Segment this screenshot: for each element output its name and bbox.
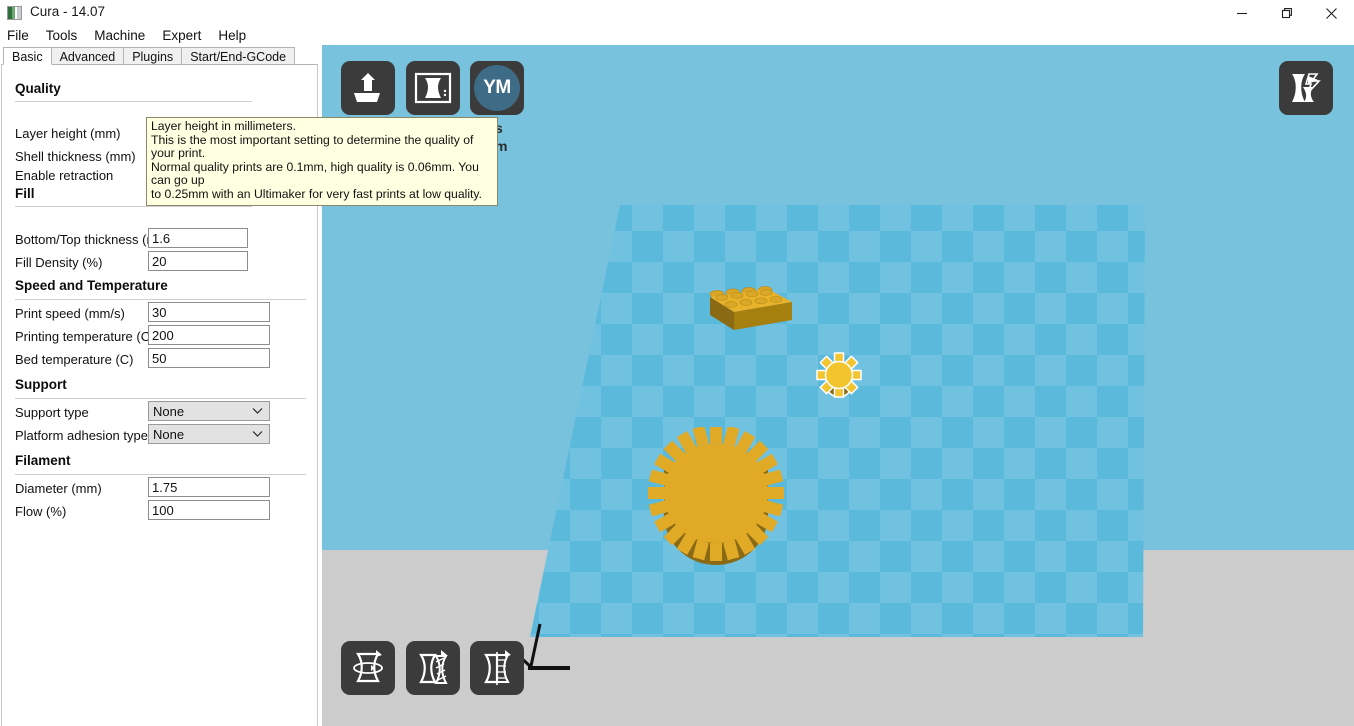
menu-file[interactable]: File <box>7 28 38 43</box>
label-platform-adhesion-type: Platform adhesion type <box>15 428 148 443</box>
group-rule-filament <box>15 474 306 475</box>
label-bed-temperature: Bed temperature (C) <box>15 352 134 367</box>
view-mode-button[interactable] <box>1279 61 1333 115</box>
window-controls <box>1219 0 1354 26</box>
tab-basic[interactable]: Basic <box>3 47 52 65</box>
group-title-speed-and-temperature: Speed and Temperature <box>15 278 168 293</box>
rotate-icon <box>353 650 383 683</box>
title-bar: Cura - 14.07 <box>0 0 1354 26</box>
group-rule-speed-and-temperature <box>15 299 306 300</box>
input-printing-temperature[interactable] <box>148 325 270 345</box>
input-diameter[interactable] <box>148 477 270 497</box>
minimize-button[interactable] <box>1219 0 1264 26</box>
label-print-speed: Print speed (mm/s) <box>15 306 125 321</box>
label-flow: Flow (%) <box>15 504 67 519</box>
cura-app-icon <box>7 6 22 20</box>
chevron-down-icon <box>252 431 263 437</box>
tab-advanced[interactable]: Advanced <box>50 47 125 65</box>
menu-expert[interactable]: Expert <box>162 28 210 43</box>
group-title-fill: Fill <box>15 186 35 201</box>
small-gear-model[interactable] <box>808 345 870 407</box>
youmagine-icon: YM <box>474 65 520 111</box>
mirror-tool-button[interactable] <box>470 641 524 695</box>
menu-machine[interactable]: Machine <box>94 28 154 43</box>
save-toolpath-icon <box>414 72 452 104</box>
menu-bar: File Tools Machine Expert Help <box>0 26 1354 45</box>
tab-plugins[interactable]: Plugins <box>123 47 183 65</box>
restore-button[interactable] <box>1264 0 1309 26</box>
scale-tool-button[interactable] <box>406 641 460 695</box>
large-gear-model[interactable] <box>640 427 792 575</box>
load-model-icon <box>354 73 380 102</box>
menu-tools[interactable]: Tools <box>46 28 87 43</box>
save-toolpath-button[interactable] <box>406 61 460 115</box>
group-rule-fill <box>15 206 252 207</box>
view-mode-icon <box>1292 73 1321 102</box>
close-button[interactable] <box>1309 0 1354 26</box>
label-printing-temperature: Printing temperature (C) <box>15 329 155 344</box>
menu-help[interactable]: Help <box>218 28 255 43</box>
label-enable-retraction: Enable retraction <box>15 168 114 183</box>
select-support-type[interactable]: None <box>148 401 270 421</box>
input-flow[interactable] <box>148 500 270 520</box>
label-layer-height: Layer height (mm) <box>15 126 121 141</box>
axis-origin-indicator <box>518 623 570 670</box>
cura-main-window: Cura - 14.07 File Tools Machine Expert H… <box>0 0 1354 726</box>
select-support-type-value: None <box>153 404 185 419</box>
group-title-support: Support <box>15 377 67 392</box>
group-rule-support <box>15 398 306 399</box>
label-diameter: Diameter (mm) <box>15 481 102 496</box>
label-fill-density: Fill Density (%) <box>15 255 103 270</box>
select-platform-adhesion-type[interactable]: None <box>148 424 270 444</box>
label-shell-thickness: Shell thickness (mm) <box>15 149 136 164</box>
group-title-filament: Filament <box>15 453 71 468</box>
group-title-quality: Quality <box>15 81 61 96</box>
settings-tabs: Basic Advanced Plugins Start/End-GCode <box>0 45 320 65</box>
setting-tooltip: Layer height in millimeters. This is the… <box>146 117 498 206</box>
select-platform-adhesion-type-value: None <box>153 427 185 442</box>
scale-icon <box>419 650 448 684</box>
tab-start-end-gcode[interactable]: Start/End-GCode <box>181 47 296 65</box>
load-model-button[interactable] <box>341 61 395 115</box>
label-support-type: Support type <box>15 405 89 420</box>
input-bed-temperature[interactable] <box>148 348 270 368</box>
input-fill-density[interactable] <box>148 251 248 271</box>
mirror-icon <box>484 650 511 685</box>
input-bottom-top-thickness[interactable] <box>148 228 248 248</box>
window-title: Cura - 14.07 <box>30 4 106 19</box>
chevron-down-icon <box>252 408 263 414</box>
lego-brick-model[interactable] <box>700 285 796 340</box>
group-rule-quality <box>15 101 252 102</box>
share-youmagine-button[interactable]: YM <box>470 61 524 115</box>
rotate-tool-button[interactable] <box>341 641 395 695</box>
input-print-speed[interactable] <box>148 302 270 322</box>
